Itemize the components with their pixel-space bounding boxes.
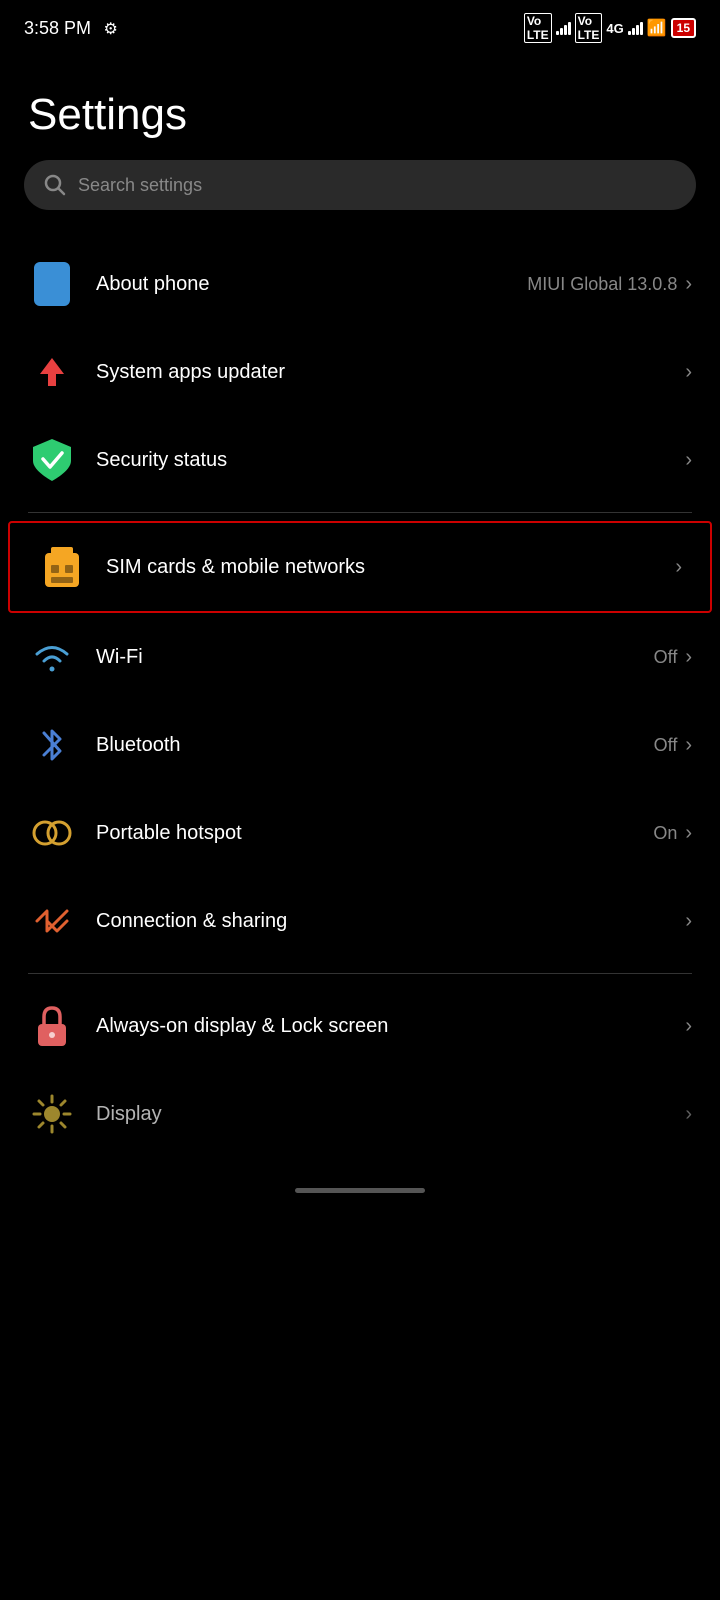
signal-bars-2 (628, 21, 643, 35)
status-time: 3:58 PM (24, 18, 91, 38)
scroll-bar (295, 1188, 425, 1193)
shield-check-icon (31, 437, 73, 483)
hotspot-label: Portable hotspot (96, 822, 653, 845)
hotspot-content: Portable hotspot On › (96, 822, 692, 845)
hotspot-symbol-icon (31, 812, 73, 854)
wifi-symbol-icon (32, 639, 72, 675)
sim-cards-icon (38, 543, 86, 591)
hotspot-value: On (653, 823, 677, 844)
hotspot-icon (28, 809, 76, 857)
search-bar-container[interactable]: Search settings (0, 160, 720, 240)
system-updater-label: System apps updater (96, 361, 685, 384)
page-title: Settings (28, 90, 692, 140)
system-updater-icon (28, 348, 76, 396)
wifi-status-icon: 📶 (647, 18, 667, 38)
wifi-icon (28, 633, 76, 681)
status-bar: 3:58 PM ⚙ VoLTE VoLTE 4G 📶 15 (0, 0, 720, 50)
arrow-up-icon (34, 354, 70, 390)
lock-screen-chevron: › (685, 1015, 692, 1038)
bluetooth-content: Bluetooth Off › (96, 734, 692, 757)
signal-bars-1 (556, 21, 571, 35)
about-phone-value: MIUI Global 13.0.8 (527, 274, 677, 295)
gear-icon: ⚙ (104, 21, 118, 38)
settings-item-sim-cards[interactable]: SIM cards & mobile networks › (8, 521, 712, 613)
settings-item-system-apps-updater[interactable]: System apps updater › (0, 328, 720, 416)
bluetooth-symbol-icon (37, 723, 67, 767)
security-status-icon (28, 436, 76, 484)
network-4g: 4G (606, 21, 623, 36)
bluetooth-chevron: › (685, 734, 692, 757)
about-phone-icon (28, 260, 76, 308)
sim-cards-chevron: › (675, 556, 682, 579)
settings-item-bluetooth[interactable]: Bluetooth Off › (0, 701, 720, 789)
battery-indicator: 15 (671, 18, 696, 38)
lock-screen-label: Always-on display & Lock screen (96, 1013, 685, 1039)
connection-sharing-content: Connection & sharing › (96, 910, 692, 933)
settings-item-hotspot[interactable]: Portable hotspot On › (0, 789, 720, 877)
sim-cards-label: SIM cards & mobile networks (106, 556, 675, 579)
system-updater-chevron: › (685, 361, 692, 384)
display-icon (28, 1090, 76, 1138)
settings-item-security-status[interactable]: Security status › (0, 416, 720, 504)
search-icon (44, 174, 66, 196)
bluetooth-label: Bluetooth (96, 734, 654, 757)
sim-cards-content: SIM cards & mobile networks › (106, 556, 682, 579)
wifi-label: Wi-Fi (96, 646, 654, 669)
search-placeholder: Search settings (78, 175, 202, 196)
bluetooth-value: Off (654, 735, 678, 756)
lock-screen-icon (28, 1002, 76, 1050)
scroll-indicator (0, 1178, 720, 1193)
about-phone-chevron: › (685, 273, 692, 296)
status-left: 3:58 PM ⚙ (24, 18, 118, 39)
settings-item-lock-screen[interactable]: Always-on display & Lock screen › (0, 982, 720, 1070)
status-icons: VoLTE VoLTE 4G 📶 15 (524, 13, 696, 43)
sim-icon (43, 545, 81, 589)
system-updater-content: System apps updater › (96, 361, 692, 384)
connection-sharing-label: Connection & sharing (96, 910, 685, 933)
settings-item-display[interactable]: Display › (0, 1070, 720, 1158)
wifi-value: Off (654, 647, 678, 668)
settings-item-about-phone[interactable]: About phone MIUI Global 13.0.8 › (0, 240, 720, 328)
display-content: Display › (96, 1103, 692, 1126)
divider-2 (28, 973, 692, 974)
lock-icon (34, 1004, 70, 1048)
phone-tablet-icon (34, 262, 70, 306)
connection-sharing-chevron: › (685, 910, 692, 933)
settings-item-wifi[interactable]: Wi-Fi Off › (0, 613, 720, 701)
security-status-label: Security status (96, 449, 685, 472)
wifi-chevron: › (685, 646, 692, 669)
sun-icon (32, 1094, 72, 1134)
display-chevron: › (685, 1103, 692, 1126)
security-status-chevron: › (685, 449, 692, 472)
search-bar[interactable]: Search settings (24, 160, 696, 210)
connection-symbol-icon (31, 900, 73, 942)
security-status-content: Security status › (96, 449, 692, 472)
hotspot-chevron: › (685, 822, 692, 845)
wifi-content: Wi-Fi Off › (96, 646, 692, 669)
connection-sharing-icon (28, 897, 76, 945)
settings-list: About phone MIUI Global 13.0.8 › System … (0, 240, 720, 1158)
page-title-area: Settings (0, 50, 720, 160)
settings-item-connection-sharing[interactable]: Connection & sharing › (0, 877, 720, 965)
volte-badge-2: VoLTE (575, 13, 603, 43)
divider-1 (28, 512, 692, 513)
about-phone-content: About phone MIUI Global 13.0.8 › (96, 273, 692, 296)
about-phone-label: About phone (96, 273, 527, 296)
volte-badge-1: VoLTE (524, 13, 552, 43)
lock-screen-content: Always-on display & Lock screen › (96, 1013, 692, 1039)
display-label: Display (96, 1103, 685, 1126)
bluetooth-icon (28, 721, 76, 769)
